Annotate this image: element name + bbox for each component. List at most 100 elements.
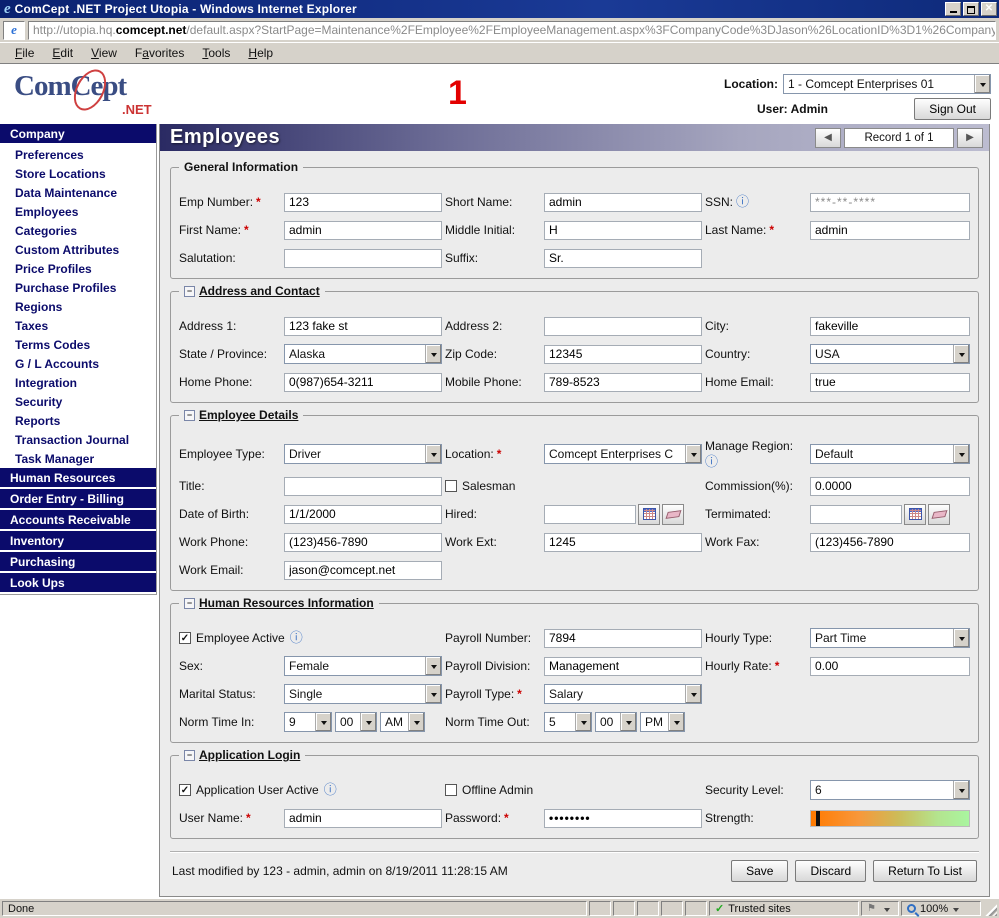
input-commission[interactable] bbox=[810, 477, 970, 496]
input-home-email[interactable] bbox=[810, 373, 970, 392]
input-user-name[interactable] bbox=[284, 809, 442, 828]
menu-item-tools[interactable]: Tools bbox=[193, 44, 239, 62]
url-input[interactable]: http://utopia.hq.comcept.net/default.asp… bbox=[28, 21, 996, 40]
input-ssn[interactable] bbox=[810, 193, 970, 212]
select-norm-time-out-0[interactable]: 5 bbox=[544, 712, 592, 732]
sidebar-item-reports[interactable]: Reports bbox=[0, 411, 156, 430]
sidebar-item-security[interactable]: Security bbox=[0, 392, 156, 411]
input-work-phone[interactable] bbox=[284, 533, 442, 552]
input-work-email[interactable] bbox=[284, 561, 442, 580]
input-work-ext[interactable] bbox=[544, 533, 702, 552]
sidebar-item-regions[interactable]: Regions bbox=[0, 297, 156, 316]
input-address-2[interactable] bbox=[544, 317, 702, 336]
select-location[interactable]: Comcept Enterprises C bbox=[544, 444, 702, 464]
input-termimated[interactable] bbox=[810, 505, 902, 524]
info-icon[interactable]: ⓘ bbox=[290, 632, 303, 644]
input-address-1[interactable] bbox=[284, 317, 442, 336]
collapse-toggle-icon[interactable]: − bbox=[184, 750, 195, 761]
previous-record-button[interactable]: ◀ bbox=[815, 128, 841, 148]
input-zip-code[interactable] bbox=[544, 345, 702, 364]
input-home-phone[interactable] bbox=[284, 373, 442, 392]
sidebar-item-g-l-accounts[interactable]: G / L Accounts bbox=[0, 354, 156, 373]
select-payroll-type[interactable]: Salary bbox=[544, 684, 702, 704]
sidebar-item-purchase-profiles[interactable]: Purchase Profiles bbox=[0, 278, 156, 297]
info-icon[interactable]: ⓘ bbox=[324, 784, 337, 796]
select-hourly-type[interactable]: Part Time bbox=[810, 628, 970, 648]
menu-item-file[interactable]: File bbox=[6, 44, 43, 62]
resize-grip[interactable] bbox=[983, 901, 997, 916]
input-mobile-phone[interactable] bbox=[544, 373, 702, 392]
sidebar-header-accounts-receivable[interactable]: Accounts Receivable bbox=[0, 510, 156, 531]
select-norm-time-in-1[interactable]: 00 bbox=[335, 712, 377, 732]
sidebar-item-categories[interactable]: Categories bbox=[0, 221, 156, 240]
sidebar-header-inventory[interactable]: Inventory bbox=[0, 531, 156, 552]
sidebar-header-human-resources[interactable]: Human Resources bbox=[0, 468, 156, 489]
sidebar-item-data-maintenance[interactable]: Data Maintenance bbox=[0, 183, 156, 202]
input-short-name[interactable] bbox=[544, 193, 702, 212]
input-date-of-birth[interactable] bbox=[284, 505, 442, 524]
collapse-toggle-icon[interactable]: − bbox=[184, 410, 195, 421]
eraser-button[interactable] bbox=[928, 504, 950, 525]
sidebar-item-store-locations[interactable]: Store Locations bbox=[0, 164, 156, 183]
sidebar-header-purchasing[interactable]: Purchasing bbox=[0, 552, 156, 573]
maximize-button[interactable] bbox=[963, 2, 979, 16]
info-icon[interactable]: ⓘ bbox=[705, 456, 718, 468]
location-select[interactable]: 1 - Comcept Enterprises 01 bbox=[783, 74, 991, 94]
input-emp-number[interactable] bbox=[284, 193, 442, 212]
info-icon[interactable]: ⓘ bbox=[736, 196, 749, 208]
discard-button[interactable]: Discard bbox=[795, 860, 866, 882]
input-title[interactable] bbox=[284, 477, 442, 496]
sidebar-item-taxes[interactable]: Taxes bbox=[0, 316, 156, 335]
select-norm-time-out-1[interactable]: 00 bbox=[595, 712, 637, 732]
select-employee-type[interactable]: Driver bbox=[284, 444, 442, 464]
select-security-level[interactable]: 6 bbox=[810, 780, 970, 800]
input-city[interactable] bbox=[810, 317, 970, 336]
close-button[interactable]: ✕ bbox=[981, 2, 997, 16]
select-state-province[interactable]: Alaska bbox=[284, 344, 442, 364]
menu-item-edit[interactable]: Edit bbox=[43, 44, 82, 62]
sidebar-item-transaction-journal[interactable]: Transaction Journal bbox=[0, 430, 156, 449]
checkbox-employee-active[interactable]: ✓ bbox=[179, 632, 191, 644]
sidebar-item-integration[interactable]: Integration bbox=[0, 373, 156, 392]
select-sex[interactable]: Female bbox=[284, 656, 442, 676]
input-payroll-division[interactable] bbox=[544, 657, 702, 676]
select-norm-time-in-0[interactable]: 9 bbox=[284, 712, 332, 732]
sign-out-button[interactable]: Sign Out bbox=[914, 98, 991, 120]
return-to-list-button[interactable]: Return To List bbox=[873, 860, 977, 882]
collapse-toggle-icon[interactable]: − bbox=[184, 286, 195, 297]
next-record-button[interactable]: ▶ bbox=[957, 128, 983, 148]
input-work-fax[interactable] bbox=[810, 533, 970, 552]
input-hourly-rate[interactable] bbox=[810, 657, 970, 676]
select-norm-time-out-2[interactable]: PM bbox=[640, 712, 685, 732]
protected-mode-pane[interactable]: ⚑ bbox=[861, 901, 899, 916]
checkbox-application-user-active[interactable]: ✓ bbox=[179, 784, 191, 796]
input-middle-initial[interactable] bbox=[544, 221, 702, 240]
menu-item-favorites[interactable]: Favorites bbox=[126, 44, 193, 62]
sidebar-item-employees[interactable]: Employees bbox=[0, 202, 156, 221]
sidebar-item-preferences[interactable]: Preferences bbox=[0, 145, 156, 164]
input-hired[interactable] bbox=[544, 505, 636, 524]
menu-item-view[interactable]: View bbox=[82, 44, 126, 62]
zoom-control[interactable]: 100% bbox=[901, 901, 981, 916]
menu-item-help[interactable]: Help bbox=[239, 44, 282, 62]
checkbox-offline-admin[interactable] bbox=[445, 784, 457, 796]
select-country[interactable]: USA bbox=[810, 344, 970, 364]
minimize-button[interactable] bbox=[945, 2, 961, 16]
input-last-name[interactable] bbox=[810, 221, 970, 240]
input-password[interactable] bbox=[544, 809, 702, 828]
sidebar-item-price-profiles[interactable]: Price Profiles bbox=[0, 259, 156, 278]
calendar-button[interactable] bbox=[904, 504, 926, 525]
input-payroll-number[interactable] bbox=[544, 629, 702, 648]
input-first-name[interactable] bbox=[284, 221, 442, 240]
input-suffix[interactable] bbox=[544, 249, 702, 268]
sidebar-item-terms-codes[interactable]: Terms Codes bbox=[0, 335, 156, 354]
sidebar-item-task-manager[interactable]: Task Manager bbox=[0, 449, 156, 468]
sidebar-header-order-entry-billing[interactable]: Order Entry - Billing bbox=[0, 489, 156, 510]
collapse-toggle-icon[interactable]: − bbox=[184, 598, 195, 609]
save-button[interactable]: Save bbox=[731, 860, 788, 882]
sidebar-item-custom-attributes[interactable]: Custom Attributes bbox=[0, 240, 156, 259]
calendar-button[interactable] bbox=[638, 504, 660, 525]
select-norm-time-in-2[interactable]: AM bbox=[380, 712, 425, 732]
select-manage-region[interactable]: Default bbox=[810, 444, 970, 464]
select-marital-status[interactable]: Single bbox=[284, 684, 442, 704]
